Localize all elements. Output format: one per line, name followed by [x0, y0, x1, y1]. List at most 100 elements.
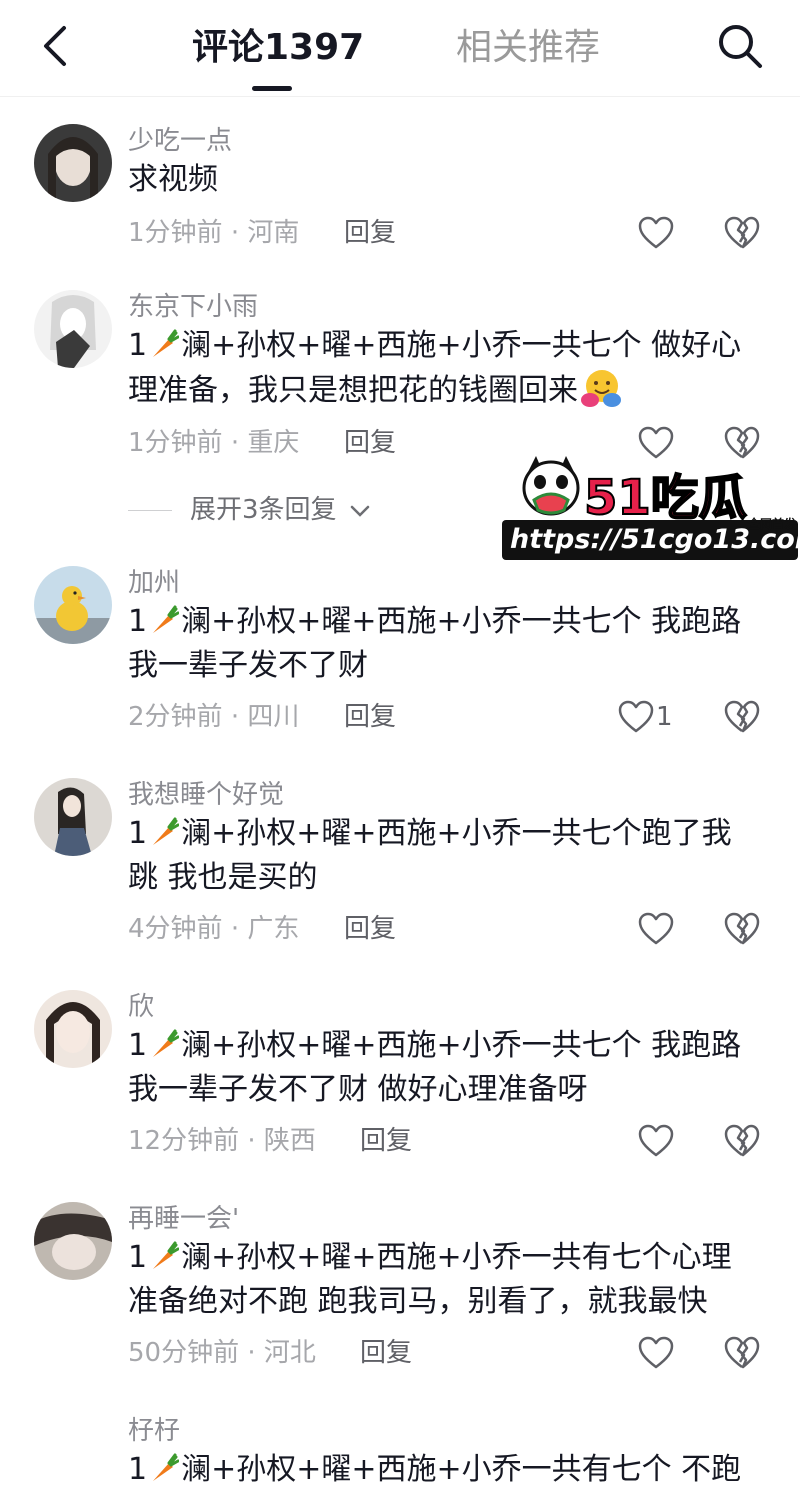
hugging-face-emoji — [581, 370, 621, 407]
comment-meta: 50分钟前 · 河北 — [128, 1336, 316, 1370]
heart-outline-icon[interactable] — [638, 216, 674, 250]
search-icon[interactable] — [716, 22, 764, 70]
back-arrow-icon[interactable] — [36, 24, 80, 68]
comment-location: 重庆 — [247, 428, 300, 458]
comment-time: 4分钟前 — [128, 914, 223, 944]
comment-line: 1 澜+孙权+曜+西施+小乔一共有七个心理 — [128, 1236, 758, 1280]
reply-button[interactable]: 回复 — [344, 216, 396, 250]
comment-line: 跳 我也是买的 — [128, 860, 318, 895]
reply-button[interactable]: 回复 — [344, 700, 396, 734]
comment-location: 陕西 — [263, 1126, 316, 1156]
comment-text: 1 澜+孙权+曜+西施+小乔一共有七个 不跑 — [128, 1448, 758, 1492]
divider — [128, 510, 172, 511]
comment-text: 1 澜+孙权+曜+西施+小乔一共七个跑了我 跳 我也是买的 — [128, 812, 758, 900]
avatar[interactable] — [34, 778, 112, 856]
reply-button[interactable]: 回复 — [344, 912, 396, 946]
avatar[interactable] — [34, 290, 112, 368]
meta-separator: · — [230, 914, 240, 944]
heart-outline-icon[interactable] — [638, 1336, 674, 1370]
carrot-emoji — [153, 1029, 180, 1057]
comment-username[interactable]: 我想睡个好觉 — [128, 778, 284, 812]
comment-time: 1分钟前 — [128, 218, 223, 248]
comment-number: 1 — [128, 1240, 148, 1275]
comment-text: 求视频 — [128, 158, 758, 202]
broken-heart-icon[interactable] — [724, 1336, 760, 1370]
expand-replies-button[interactable]: 展开3条回复 — [128, 493, 371, 527]
comment-number: 1 — [128, 816, 148, 851]
watermark-badge: 全网首发 — [748, 517, 797, 531]
comment-location: 河南 — [247, 218, 300, 248]
comment-line-text: 澜+孙权+曜+西施+小乔一共七个 我跑路 — [181, 604, 742, 639]
comment-time: 50分钟前 — [128, 1338, 240, 1368]
comment-line: 我一辈子发不了财 做好心理准备呀 — [128, 1072, 588, 1107]
comment-line-text: 理准备，我只是想把花的钱圈回来 — [128, 373, 578, 408]
comment-username[interactable]: 少吃一点 — [128, 124, 232, 158]
avatar[interactable] — [34, 124, 112, 202]
comment-line: 1 澜+孙权+曜+西施+小乔一共七个 我跑路 — [128, 600, 758, 644]
meta-separator: · — [230, 702, 240, 732]
heart-outline-icon[interactable] — [618, 700, 654, 734]
broken-heart-icon[interactable] — [724, 1124, 760, 1158]
comment-text: 1 澜+孙权+曜+西施+小乔一共有七个心理 准备绝对不跑 跑我司马，别看了，就我最… — [128, 1236, 758, 1324]
comment-username[interactable]: 再睡一会' — [128, 1202, 239, 1236]
comment-meta: 2分钟前 · 四川 — [128, 700, 299, 734]
comment-number: 1 — [128, 1452, 148, 1487]
reply-button[interactable]: 回复 — [360, 1336, 412, 1370]
broken-heart-icon[interactable] — [724, 426, 760, 460]
comment-line-text: 澜+孙权+曜+西施+小乔一共七个跑了我 — [181, 816, 732, 851]
comment-username[interactable]: 东京下小雨 — [128, 290, 258, 324]
carrot-emoji — [153, 1453, 180, 1481]
meta-separator: · — [247, 1338, 256, 1368]
carrot-emoji — [153, 817, 180, 845]
tab-related[interactable]: 相关推荐 — [456, 24, 600, 72]
comment-text: 1 澜+孙权+曜+西施+小乔一共七个 做好心 理准备，我只是想把花的钱圈回来 — [128, 324, 758, 413]
comment-username[interactable]: 欣 — [128, 990, 154, 1024]
like-count: 1 — [656, 702, 673, 732]
avatar[interactable] — [34, 990, 112, 1068]
heart-outline-icon[interactable] — [638, 912, 674, 946]
comment-line: 我一辈子发不了财 — [128, 648, 368, 683]
comment-time: 1分钟前 — [128, 428, 223, 458]
carrot-emoji — [153, 605, 180, 633]
avatar[interactable] — [34, 1202, 112, 1280]
broken-heart-icon[interactable] — [724, 216, 760, 250]
meta-separator: · — [230, 218, 240, 248]
comment-text: 1 澜+孙权+曜+西施+小乔一共七个 我跑路 我一辈子发不了财 做好心理准备呀 — [128, 1024, 758, 1112]
meta-separator: · — [247, 1126, 256, 1156]
heart-outline-icon[interactable] — [638, 426, 674, 460]
comment-line-text: 澜+孙权+曜+西施+小乔一共有七个 不跑 — [181, 1452, 742, 1487]
reply-button[interactable]: 回复 — [360, 1124, 412, 1158]
comment-line: 1 澜+孙权+曜+西施+小乔一共七个 我跑路 — [128, 1024, 758, 1068]
comment-number: 1 — [128, 1028, 148, 1063]
comment-meta: 1分钟前 · 河南 — [128, 216, 299, 250]
carrot-emoji — [153, 329, 180, 357]
comment-location: 河北 — [263, 1338, 316, 1368]
comment-line: 1 澜+孙权+曜+西施+小乔一共七个 做好心 — [128, 324, 758, 368]
watermark-mascot-icon — [522, 456, 580, 516]
broken-heart-icon[interactable] — [724, 912, 760, 946]
top-bar: 评论1397 相关推荐 — [0, 0, 800, 97]
comment-time: 12分钟前 — [128, 1126, 240, 1156]
heart-outline-icon[interactable] — [638, 1124, 674, 1158]
comment-line: 1 澜+孙权+曜+西施+小乔一共有七个 不跑 — [128, 1448, 758, 1492]
watermark-brand: 51吃瓜 — [583, 469, 748, 527]
comment-line: 1 澜+孙权+曜+西施+小乔一共七个跑了我 — [128, 812, 758, 856]
comment-username[interactable]: 加州 — [128, 566, 180, 600]
comment-time: 2分钟前 — [128, 702, 223, 732]
reply-button[interactable]: 回复 — [344, 426, 396, 460]
carrot-emoji — [153, 1241, 180, 1269]
comment-number: 1 — [128, 604, 148, 639]
comment-line: 理准备，我只是想把花的钱圈回来 — [128, 368, 758, 413]
avatar[interactable] — [34, 566, 112, 644]
tab-comments[interactable]: 评论1397 — [192, 24, 364, 72]
comment-username[interactable]: 杍杍 — [128, 1414, 180, 1448]
comment-number: 1 — [128, 328, 148, 363]
comment-location: 广东 — [247, 914, 300, 944]
comment-line-text: 澜+孙权+曜+西施+小乔一共有七个心理 — [181, 1240, 732, 1275]
comment-location: 四川 — [247, 702, 300, 732]
comment-line: 求视频 — [128, 162, 218, 197]
meta-separator: · — [230, 428, 240, 458]
comment-line-text: 澜+孙权+曜+西施+小乔一共七个 我跑路 — [181, 1028, 742, 1063]
comment-line-text: 澜+孙权+曜+西施+小乔一共七个 做好心 — [181, 328, 742, 363]
broken-heart-icon[interactable] — [724, 700, 760, 734]
